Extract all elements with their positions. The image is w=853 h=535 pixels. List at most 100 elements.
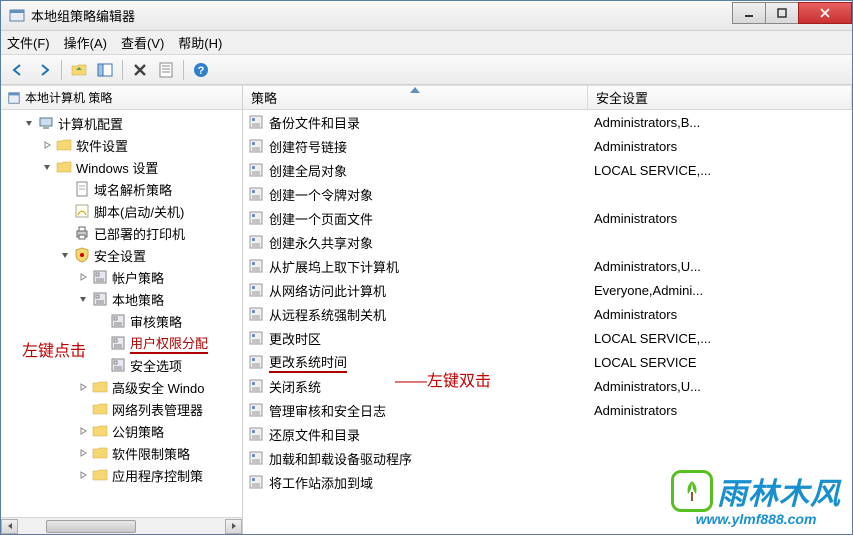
tree-node[interactable]: 域名解析策略	[1, 178, 242, 200]
list-row[interactable]: 从网络访问此计算机Everyone,Admini...	[243, 278, 852, 302]
policy-name: 还原文件和目录	[269, 425, 360, 444]
tree-body[interactable]: 计算机配置软件设置Windows 设置域名解析策略脚本(启动/关机)已部署的打印…	[1, 110, 242, 517]
minimize-button[interactable]	[732, 2, 766, 24]
expander-icon[interactable]	[77, 425, 90, 438]
list-row[interactable]: 还原文件和目录	[243, 422, 852, 446]
tree-node[interactable]: 网络列表管理器	[1, 398, 242, 420]
expander-icon[interactable]	[41, 161, 54, 174]
list-row[interactable]: 关闭系统Administrators,U...	[243, 374, 852, 398]
policy-name: 备份文件和目录	[269, 113, 360, 132]
expander-icon	[95, 315, 108, 328]
expander-icon	[59, 227, 72, 240]
tree-node-label: 脚本(启动/关机)	[94, 202, 184, 221]
tree-node[interactable]: 脚本(启动/关机)	[1, 200, 242, 222]
policy-icon	[110, 313, 126, 329]
folder-icon	[92, 467, 108, 483]
expander-icon	[77, 403, 90, 416]
expander-icon[interactable]	[23, 117, 36, 130]
properties-button[interactable]	[155, 59, 177, 81]
tree-node[interactable]: 帐户策略	[1, 266, 242, 288]
tree-header[interactable]: 本地计算机 策略	[1, 86, 242, 110]
tree-node[interactable]: 已部署的打印机	[1, 222, 242, 244]
security-setting: Administrators	[588, 403, 852, 418]
delete-button[interactable]	[129, 59, 151, 81]
tree-node[interactable]: 安全选项	[1, 354, 242, 376]
policy-name: 关闭系统	[269, 377, 321, 396]
expander-icon[interactable]	[77, 271, 90, 284]
menubar: 文件(F) 操作(A) 查看(V) 帮助(H)	[1, 31, 852, 55]
expander-icon[interactable]	[41, 139, 54, 152]
tree-node[interactable]: 本地策略	[1, 288, 242, 310]
list-row[interactable]: 备份文件和目录Administrators,B...	[243, 110, 852, 134]
watermark-url: www.ylmf888.com	[696, 511, 817, 527]
policy-icon	[110, 357, 126, 373]
expander-icon[interactable]	[77, 293, 90, 306]
svg-text:?: ?	[198, 65, 205, 77]
tree-node[interactable]: 公钥策略	[1, 420, 242, 442]
tree-node[interactable]: Windows 设置	[1, 156, 242, 178]
menu-action[interactable]: 操作(A)	[64, 33, 107, 52]
forward-button[interactable]	[33, 59, 55, 81]
tree-node-label: 网络列表管理器	[112, 400, 203, 419]
computer-icon	[38, 115, 54, 131]
column-header-security[interactable]: 安全设置	[588, 86, 852, 109]
help-button[interactable]: ?	[190, 59, 212, 81]
list-row[interactable]: 加载和卸载设备驱动程序	[243, 446, 852, 470]
tree-node[interactable]: 计算机配置	[1, 112, 242, 134]
watermark: 雨林木风 www.ylmf888.com	[671, 469, 841, 527]
list-row[interactable]: 从远程系统强制关机Administrators	[243, 302, 852, 326]
list-row[interactable]: 创建一个令牌对象	[243, 182, 852, 206]
column-header-policy[interactable]: 策略	[243, 86, 588, 109]
back-button[interactable]	[7, 59, 29, 81]
up-button[interactable]	[68, 59, 90, 81]
list-row[interactable]: 创建符号链接Administrators	[243, 134, 852, 158]
tree-node[interactable]: 安全设置	[1, 244, 242, 266]
policy-name: 从远程系统强制关机	[269, 305, 386, 324]
tree-node[interactable]: 用户权限分配	[1, 332, 242, 354]
tree-node[interactable]: 应用程序控制策	[1, 464, 242, 486]
list-row[interactable]: 创建全局对象LOCAL SERVICE,...	[243, 158, 852, 182]
policy-item-icon	[249, 475, 263, 489]
scroll-right-arrow[interactable]	[225, 519, 242, 534]
close-button[interactable]	[798, 2, 852, 24]
expander-icon[interactable]	[77, 447, 90, 460]
tree-node[interactable]: 软件设置	[1, 134, 242, 156]
policy-name: 加载和卸载设备驱动程序	[269, 449, 412, 468]
list-row[interactable]: 管理审核和安全日志Administrators	[243, 398, 852, 422]
tree-node-label: 审核策略	[130, 312, 182, 331]
expander-icon	[59, 205, 72, 218]
folder-icon	[92, 379, 108, 395]
scroll-left-arrow[interactable]	[1, 519, 18, 534]
scroll-thumb[interactable]	[46, 520, 136, 533]
expander-icon	[95, 359, 108, 372]
tree-header-label: 本地计算机 策略	[25, 89, 112, 106]
policy-icon	[92, 269, 108, 285]
toolbar-separator	[183, 60, 184, 80]
security-setting: LOCAL SERVICE,...	[588, 163, 852, 178]
menu-view[interactable]: 查看(V)	[121, 33, 164, 52]
list-row[interactable]: 创建一个页面文件Administrators	[243, 206, 852, 230]
tree-horizontal-scrollbar[interactable]	[1, 517, 242, 534]
expander-icon[interactable]	[77, 469, 90, 482]
policy-item-icon	[249, 283, 263, 297]
menu-help[interactable]: 帮助(H)	[178, 33, 222, 52]
list-row[interactable]: 创建永久共享对象	[243, 230, 852, 254]
window-buttons	[733, 2, 852, 24]
show-hide-console-button[interactable]	[94, 59, 116, 81]
folder-icon	[56, 137, 72, 153]
list-row[interactable]: 更改系统时间LOCAL SERVICE	[243, 350, 852, 374]
expander-icon[interactable]	[77, 381, 90, 394]
expander-icon[interactable]	[59, 249, 72, 262]
policy-name: 创建一个令牌对象	[269, 185, 373, 204]
tree-node-label: 域名解析策略	[94, 180, 172, 199]
list-row[interactable]: 从扩展坞上取下计算机Administrators,U...	[243, 254, 852, 278]
tree-node[interactable]: 高级安全 Windo	[1, 376, 242, 398]
toolbar-separator	[61, 60, 62, 80]
list-row[interactable]: 更改时区LOCAL SERVICE,...	[243, 326, 852, 350]
watermark-logo-icon	[671, 470, 713, 512]
menu-file[interactable]: 文件(F)	[7, 33, 50, 52]
tree-node[interactable]: 软件限制策略	[1, 442, 242, 464]
tree-node[interactable]: 审核策略	[1, 310, 242, 332]
maximize-button[interactable]	[765, 2, 799, 24]
toolbar-separator	[122, 60, 123, 80]
